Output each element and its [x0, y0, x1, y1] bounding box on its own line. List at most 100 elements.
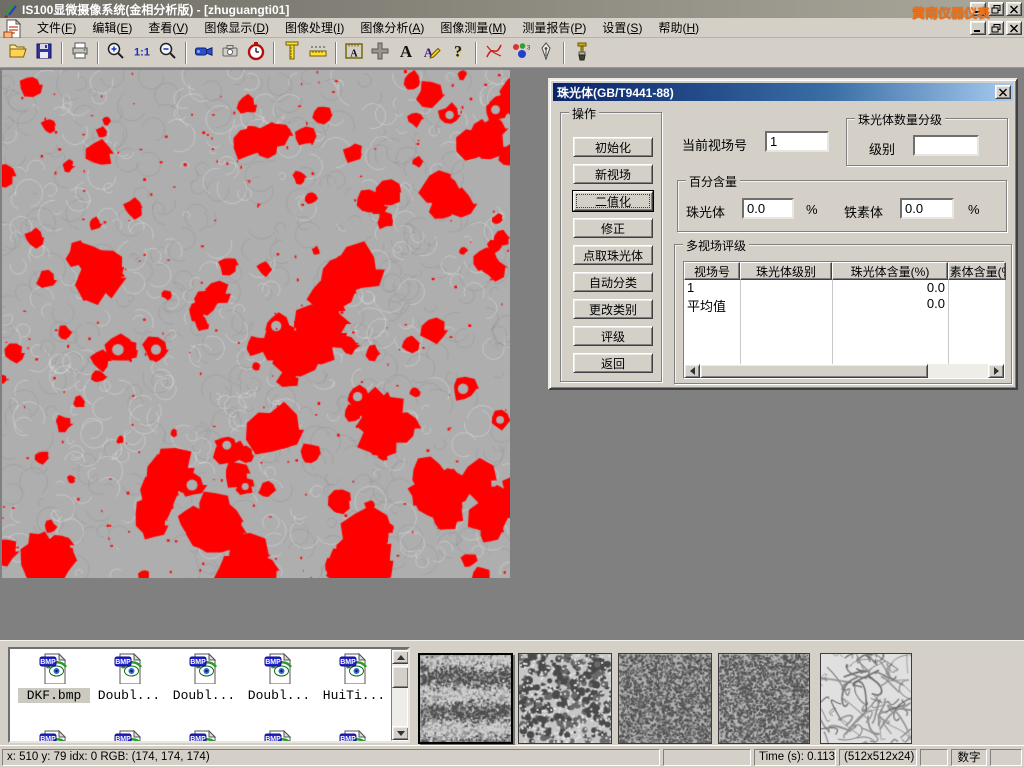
return-button[interactable]: 返回	[573, 353, 653, 373]
file-item[interactable]: BMP	[318, 729, 390, 743]
pearlite-percent-input[interactable]	[742, 198, 794, 219]
correct-button[interactable]: 修正	[573, 218, 653, 238]
table-horizontal-scrollbar[interactable]	[684, 364, 1004, 378]
column-header[interactable]: 视场号	[684, 262, 740, 280]
scroll-left-button[interactable]	[684, 364, 700, 378]
app-titlebar: IS100显微摄像系统(金相分析版) - [zhuguangti01]	[0, 0, 1024, 18]
initialize-button[interactable]: 初始化	[573, 137, 653, 157]
zoom-out-icon	[158, 41, 178, 64]
thumbnail-image[interactable]	[518, 653, 612, 744]
file-item[interactable]: BMP	[243, 729, 315, 743]
binarize-button[interactable]: 二值化	[573, 191, 653, 211]
file-item[interactable]: BMP	[18, 729, 90, 743]
child-restore-button[interactable]	[988, 21, 1004, 35]
thumbnail-image[interactable]	[618, 653, 712, 744]
column-header[interactable]: 珠光体级别	[740, 262, 832, 280]
zoom-out-button[interactable]	[155, 40, 181, 66]
menu-item-file[interactable]: 文件(F)	[29, 17, 84, 38]
svg-text:BMP: BMP	[115, 736, 131, 743]
open-file-icon	[8, 41, 28, 64]
thumbnail-image[interactable]	[418, 653, 513, 744]
child-close-button[interactable]	[1006, 21, 1022, 35]
file-vertical-scrollbar[interactable]	[391, 649, 408, 741]
close-button[interactable]	[1006, 2, 1022, 16]
new-field-button[interactable]: 新视场	[573, 164, 653, 184]
menu-item-measure-report[interactable]: 测量报告(P)	[514, 17, 594, 38]
multi-field-group: 多视场评级 视场号珠光体级别珠光体含量(%)铁素体含量(%) 10.0平均值0.…	[674, 244, 1012, 384]
snapshot-camera-button[interactable]	[217, 40, 243, 66]
change-class-button[interactable]: 更改类别	[573, 299, 653, 319]
curve-tool-icon	[484, 41, 504, 64]
menu-item-help[interactable]: 帮助(H)	[650, 17, 707, 38]
menu-item-image-measure[interactable]: 图像测量(M)	[432, 17, 514, 38]
menu-item-image-processing[interactable]: 图像处理(I)	[277, 17, 352, 38]
save-button[interactable]	[31, 40, 57, 66]
restore-button[interactable]	[988, 2, 1004, 16]
zoom-in-button[interactable]	[103, 40, 129, 66]
scroll-down-button[interactable]	[392, 726, 409, 740]
status-empty	[920, 749, 948, 766]
operation-group-label: 操作	[569, 105, 599, 122]
status-mode: 数字	[951, 749, 987, 766]
file-name: Doubl...	[168, 688, 240, 703]
curve-tool-button[interactable]	[481, 40, 507, 66]
grid-line	[740, 280, 741, 364]
file-item[interactable]: BMPHuiTi...	[318, 652, 390, 703]
help-button[interactable]: ??	[445, 40, 471, 66]
scrollbar-thumb[interactable]	[700, 364, 928, 378]
metallographic-image[interactable]	[2, 70, 510, 578]
auto-classify-button[interactable]: 自动分类	[573, 272, 653, 292]
pen-tool-button[interactable]	[533, 40, 559, 66]
column-header[interactable]: 珠光体含量(%)	[832, 262, 948, 280]
menubar: 文件(F)编辑(E)查看(V)图像显示(D)图像处理(I)图像分析(A)图像测量…	[0, 18, 1024, 38]
menu-item-edit[interactable]: 编辑(E)	[84, 17, 140, 38]
file-item[interactable]: BMPDKF.bmp	[18, 652, 90, 703]
grade-input[interactable]	[913, 135, 979, 156]
file-browser: BMPDKF.bmpBMPDoubl...BMPDoubl...BMPDoubl…	[8, 647, 410, 743]
pearlite-percent-sign: %	[806, 202, 818, 217]
grade-button[interactable]: 评级	[573, 326, 653, 346]
thumbnail-image[interactable]	[820, 653, 912, 744]
svg-text:A: A	[350, 49, 358, 60]
timer-button[interactable]	[243, 40, 269, 66]
ruler-horizontal-button[interactable]	[305, 40, 331, 66]
actual-size-button[interactable]: 1:1	[129, 40, 155, 66]
table-row[interactable]: 平均值0.0	[684, 296, 1004, 312]
scrollbar-thumb[interactable]	[392, 666, 409, 688]
current-field-input[interactable]	[765, 131, 829, 152]
menu-item-settings[interactable]: 设置(S)	[594, 17, 650, 38]
table-cell	[948, 280, 1004, 296]
thumbnail-image[interactable]	[718, 653, 810, 744]
scroll-right-button[interactable]	[988, 364, 1004, 378]
pan-cross-button[interactable]	[367, 40, 393, 66]
file-item[interactable]: BMPDoubl...	[93, 652, 165, 703]
file-item[interactable]: BMP	[93, 729, 165, 743]
open-file-button[interactable]	[5, 40, 31, 66]
paint-brush-button[interactable]	[569, 40, 595, 66]
file-item[interactable]: BMP	[168, 729, 240, 743]
ruler-vertical-button[interactable]	[279, 40, 305, 66]
pick-pearlite-button[interactable]: 点取珠光体	[573, 245, 653, 265]
dialog-close-button[interactable]	[995, 85, 1011, 99]
marker-pins-button[interactable]: 3	[507, 40, 533, 66]
minimize-button[interactable]	[970, 2, 986, 16]
text-edit-button[interactable]: A	[419, 40, 445, 66]
menu-item-view[interactable]: 查看(V)	[140, 17, 196, 38]
video-camera-button[interactable]	[191, 40, 217, 66]
file-item[interactable]: BMPDoubl...	[168, 652, 240, 703]
print-button[interactable]	[67, 40, 93, 66]
child-minimize-button[interactable]	[970, 21, 986, 35]
ferrite-percent-input[interactable]	[900, 198, 954, 219]
column-header[interactable]: 铁素体含量(%)	[948, 262, 1006, 280]
pan-cross-icon	[370, 41, 390, 64]
text-label-button[interactable]: A	[393, 40, 419, 66]
measure-text-button[interactable]: A	[341, 40, 367, 66]
svg-text:BMP: BMP	[340, 736, 356, 743]
paint-brush-icon	[572, 41, 592, 64]
menu-item-image-analysis[interactable]: 图像分析(A)	[352, 17, 432, 38]
menu-item-image-display[interactable]: 图像显示(D)	[196, 17, 277, 38]
table-row[interactable]: 10.0	[684, 280, 1004, 296]
file-item[interactable]: BMPDoubl...	[243, 652, 315, 703]
svg-text:?: ?	[454, 43, 462, 60]
scroll-up-button[interactable]	[392, 650, 409, 664]
